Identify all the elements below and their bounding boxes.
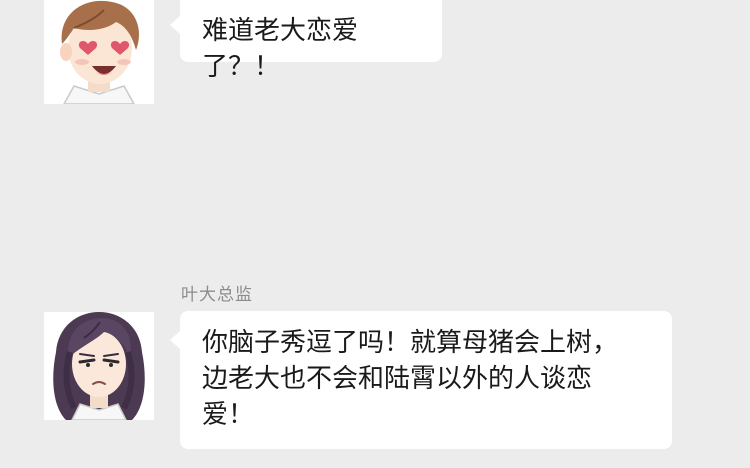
purple-haired-woman-annoyed-avatar-icon [44, 312, 154, 420]
brown-haired-man-heart-eyes-avatar-icon [44, 0, 154, 104]
message-text-line: 你脑子秀逗了吗！就算母猪会上树， [202, 328, 619, 358]
message-bubble[interactable]: 你脑子秀逗了吗！就算母猪会上树， 边老大也不会和陆霄以外的人谈恋 爱！ [170, 311, 672, 449]
message-text-line: 边老大也不会和陆霄以外的人谈恋 [202, 364, 593, 394]
avatar-purple-haired-woman[interactable] [44, 312, 154, 420]
message-text-line: 爱！ [202, 400, 255, 430]
message-text: 难道老大恋爱了？！ [202, 16, 359, 82]
sender-name: 叶大总监 [181, 285, 253, 305]
avatar-brown-haired-man[interactable] [44, 0, 154, 104]
message-bubble[interactable]: 难道老大恋爱了？！ [170, 0, 442, 82]
